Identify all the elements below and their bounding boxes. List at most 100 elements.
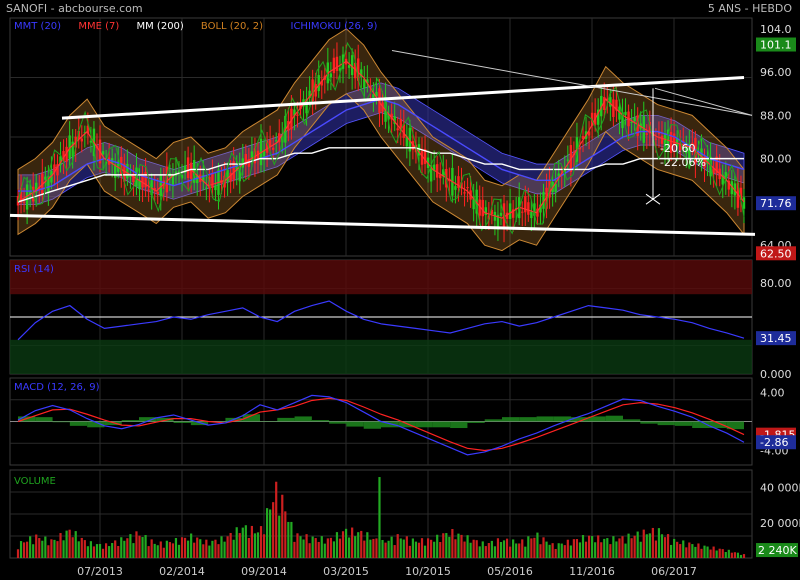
volume-bar: [624, 543, 627, 558]
candle-body: [317, 75, 320, 92]
volume-bar: [612, 536, 615, 558]
price-badge-label: 71.76: [760, 197, 792, 210]
volume-bar: [694, 546, 697, 558]
volume-bar: [393, 545, 396, 558]
volume-bar: [663, 537, 667, 558]
volume-bar: [123, 540, 126, 558]
y-tick-label: 40 000K: [760, 482, 800, 495]
volume-bar: [557, 543, 560, 558]
volume-bar: [676, 541, 679, 558]
volume-bar: [502, 540, 506, 558]
macd-histogram-bar: [605, 415, 623, 422]
volume-bar: [600, 542, 603, 558]
macd-badge-label: -2.86: [760, 436, 788, 449]
macd-histogram-bar: [484, 419, 502, 422]
volume-bar: [660, 534, 664, 558]
volume-bar: [481, 541, 484, 558]
volume-bar: [390, 536, 393, 558]
volume-bar: [587, 535, 591, 558]
volume-bar: [278, 515, 281, 558]
candle-body: [80, 138, 83, 142]
price-badge-label: 62.50: [760, 247, 792, 260]
rsi-overbought-zone: [10, 260, 752, 295]
volume-bar: [621, 536, 624, 558]
volume-bar: [129, 534, 132, 558]
volume-bar: [226, 536, 229, 558]
volume-bar: [193, 542, 196, 558]
volume-bar: [363, 540, 366, 558]
volume-bar: [597, 535, 600, 558]
volume-bar: [578, 542, 582, 558]
macd-histogram-bar: [329, 421, 347, 424]
volume-bar: [120, 537, 123, 558]
volume-bar: [217, 544, 220, 558]
volume-bar: [284, 511, 287, 558]
volume-bar: [560, 543, 563, 558]
volume-bar: [490, 540, 493, 558]
volume-bar: [591, 536, 594, 558]
volume-bar: [487, 543, 490, 558]
volume-bar: [229, 532, 232, 558]
volume-bar: [712, 546, 715, 558]
volume-bar: [727, 549, 730, 558]
volume-bar: [132, 543, 135, 558]
volume-bar: [530, 538, 533, 558]
volume-bar: [22, 542, 26, 558]
volume-bar: [715, 550, 718, 558]
volume-bar: [733, 552, 736, 558]
thin-trendline: [391, 49, 753, 116]
volume-bar: [275, 481, 278, 558]
volume-bar: [50, 539, 53, 558]
candle-body: [463, 192, 466, 194]
candle-body: [527, 202, 530, 215]
candle-body: [335, 56, 339, 71]
candle-body: [186, 157, 190, 179]
macd-histogram-bar: [536, 416, 554, 422]
volume-bar: [575, 539, 579, 558]
macd-histogram-bar: [363, 421, 381, 429]
candle-body: [578, 147, 582, 150]
volume-bar: [111, 543, 114, 558]
legend-item: MME (7): [78, 21, 119, 32]
volume-bar: [472, 539, 475, 558]
volume-bar: [302, 539, 305, 558]
macd-histogram-bar: [277, 417, 295, 422]
macd-histogram-bar: [640, 421, 658, 424]
volume-bar: [736, 552, 740, 558]
rsi-title: RSI (14): [14, 264, 54, 275]
volume-bar: [548, 544, 551, 558]
volume-bar: [697, 543, 700, 558]
volume-bar: [259, 526, 263, 558]
volume-bar: [533, 537, 536, 558]
volume-bar: [718, 548, 721, 558]
legend-item: MM (200): [137, 21, 184, 32]
volume-bar: [420, 538, 424, 558]
volume-bar: [26, 541, 29, 558]
volume-bar: [603, 538, 606, 558]
volume-bar: [439, 542, 442, 558]
volume-bar: [709, 549, 712, 558]
volume-bar: [323, 543, 326, 558]
volume-bar: [478, 546, 481, 558]
volume-bar: [399, 538, 402, 558]
volume-bar: [475, 540, 478, 558]
volume-bar: [460, 534, 463, 558]
volume-bar: [205, 539, 208, 558]
macd-histogram-bar: [294, 416, 312, 422]
y-tick-label: 0.000: [760, 368, 792, 381]
stock-chart[interactable]: 07/2013 02/2014 09/2014 03/2015 10/2015 05/20…: [0, 0, 800, 580]
volume-bar: [739, 554, 743, 558]
volume-bar: [214, 539, 217, 558]
volume-bar: [408, 545, 411, 558]
volume-bar: [162, 547, 165, 558]
candle-body: [396, 128, 399, 131]
volume-bar: [56, 541, 59, 558]
x-tick-label: 03/2015: [323, 565, 369, 578]
volume-bar: [86, 546, 89, 558]
volume-bar: [645, 534, 648, 558]
volume-bar: [296, 533, 299, 558]
candle-body: [147, 189, 150, 191]
volume-bar: [262, 534, 266, 558]
volume-bar: [341, 531, 345, 558]
macd-histogram-bar: [35, 417, 53, 422]
